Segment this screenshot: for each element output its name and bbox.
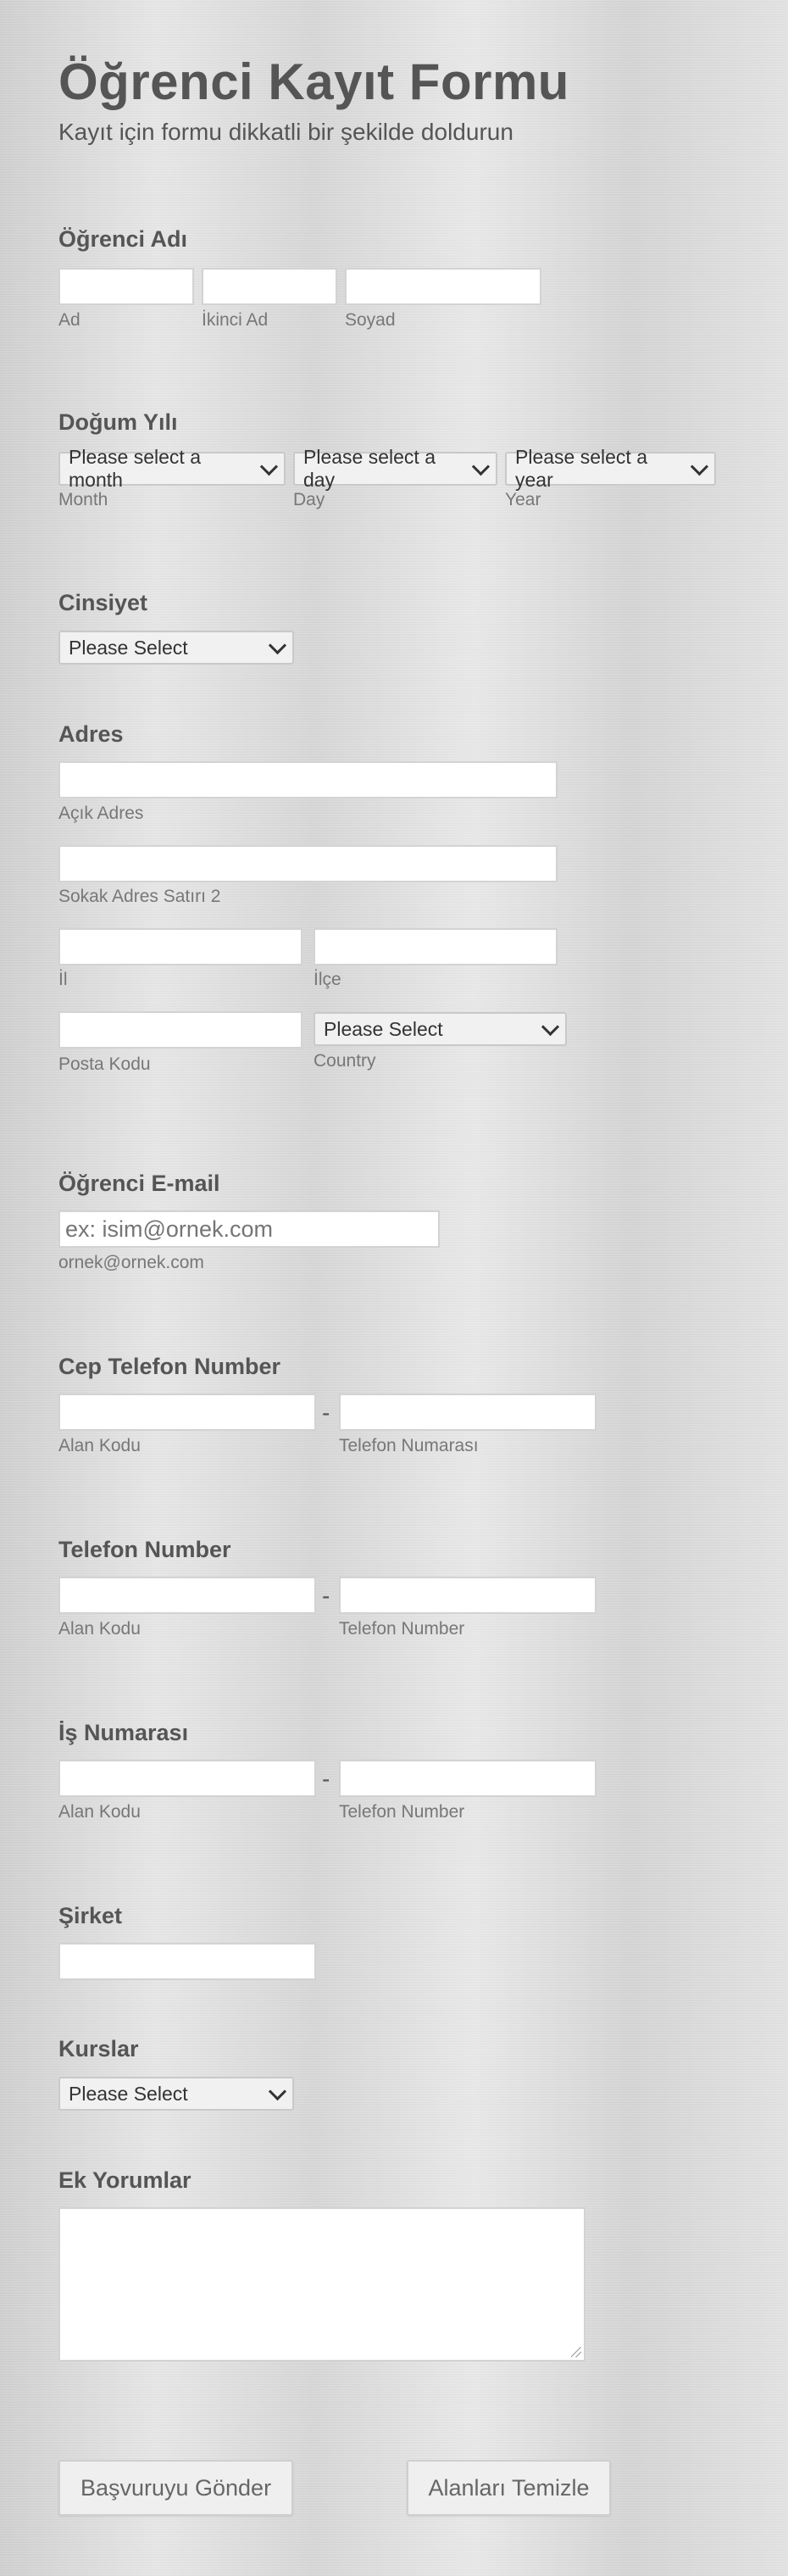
gender-select[interactable]: Please Select xyxy=(58,631,294,665)
birth-month-sublabel: Month xyxy=(58,490,108,509)
mobile-number-sublabel: Telefon Numarası xyxy=(339,1436,479,1455)
address-line1-input[interactable] xyxy=(58,761,558,798)
work-number-input[interactable] xyxy=(339,1760,597,1797)
work-area-code-sublabel: Alan Kodu xyxy=(58,1802,141,1822)
phone-number-sublabel: Telefon Number xyxy=(339,1619,465,1639)
birth-day-value: Please select a day xyxy=(303,446,436,491)
address-label: Adres xyxy=(58,721,124,747)
birth-month-value: Please select a month xyxy=(69,446,201,491)
mobile-area-code-input[interactable] xyxy=(58,1394,316,1431)
middle-name-input[interactable] xyxy=(202,268,337,305)
chevron-down-icon xyxy=(691,457,709,476)
country-value: Please Select xyxy=(324,1017,443,1040)
chevron-down-icon xyxy=(268,2082,287,2100)
phone-area-code-sublabel: Alan Kodu xyxy=(58,1619,141,1639)
mobile-separator: - xyxy=(322,1399,330,1426)
phone-area-code-input[interactable] xyxy=(58,1577,316,1614)
comments-label: Ek Yorumlar xyxy=(58,2167,191,2193)
clear-button[interactable]: Alanları Temizle xyxy=(407,2460,611,2516)
mobile-number-input[interactable] xyxy=(339,1394,597,1431)
chevron-down-icon xyxy=(472,457,491,476)
birth-day-sublabel: Day xyxy=(293,490,325,509)
submit-button[interactable]: Başvuruyu Gönder xyxy=(58,2460,293,2516)
gender-label: Cinsiyet xyxy=(58,590,148,615)
first-name-sublabel: Ad xyxy=(58,310,80,330)
country-select[interactable]: Please Select xyxy=(314,1012,567,1046)
postal-code-sublabel: Posta Kodu xyxy=(58,1054,151,1074)
work-separator: - xyxy=(322,1766,330,1792)
courses-label: Kurslar xyxy=(58,2036,139,2061)
city-sublabel: İl xyxy=(58,970,68,989)
last-name-input[interactable] xyxy=(345,268,541,305)
resize-handle-icon[interactable] xyxy=(571,2347,581,2357)
page-title: Öğrenci Kayıt Formu xyxy=(58,53,569,110)
birth-month-select[interactable]: Please select a month xyxy=(58,446,286,491)
page-subtitle: Kayıt için formu dikkatli bir şekilde do… xyxy=(58,119,513,145)
phone-number-input[interactable] xyxy=(339,1577,597,1614)
work-area-code-input[interactable] xyxy=(58,1760,316,1797)
district-sublabel: İlçe xyxy=(314,970,341,989)
email-label: Öğrenci E-mail xyxy=(58,1171,220,1196)
birth-year-sublabel: Year xyxy=(505,490,541,509)
mobile-area-code-sublabel: Alan Kodu xyxy=(58,1436,141,1455)
company-label: Şirket xyxy=(58,1903,123,1928)
company-input[interactable] xyxy=(58,1943,316,1980)
phone-label: Telefon Number xyxy=(58,1537,231,1562)
courses-value: Please Select xyxy=(69,2082,188,2105)
courses-select[interactable]: Please Select xyxy=(58,2077,294,2111)
birth-year-label: Doğum Yılı xyxy=(58,409,178,435)
birth-day-select[interactable]: Please select a day xyxy=(293,446,497,491)
work-number-sublabel: Telefon Number xyxy=(339,1802,465,1822)
country-sublabel: Country xyxy=(314,1051,376,1071)
address-line2-sublabel: Sokak Adres Satırı 2 xyxy=(58,887,221,906)
address-line1-sublabel: Açık Adres xyxy=(58,804,144,823)
birth-year-value: Please select a year xyxy=(515,446,647,491)
address-line2-input[interactable] xyxy=(58,845,558,882)
city-input[interactable] xyxy=(58,928,302,965)
gender-value: Please Select xyxy=(69,636,188,659)
email-sublabel: ornek@ornek.com xyxy=(58,1253,204,1272)
middle-name-sublabel: İkinci Ad xyxy=(202,310,269,330)
email-input[interactable] xyxy=(58,1210,440,1248)
birth-year-select[interactable]: Please select a year xyxy=(505,446,716,491)
comments-textarea[interactable] xyxy=(58,2207,585,2362)
student-name-label: Öğrenci Adı xyxy=(58,226,188,252)
postal-code-input[interactable] xyxy=(58,1011,302,1049)
chevron-down-icon xyxy=(541,1017,560,1036)
chevron-down-icon xyxy=(268,636,287,654)
district-input[interactable] xyxy=(314,928,558,965)
mobile-phone-label: Cep Telefon Number xyxy=(58,1354,281,1379)
last-name-sublabel: Soyad xyxy=(345,310,396,330)
work-number-label: İş Numarası xyxy=(58,1720,189,1745)
chevron-down-icon xyxy=(260,457,279,476)
first-name-input[interactable] xyxy=(58,268,194,305)
phone-separator: - xyxy=(322,1583,330,1609)
